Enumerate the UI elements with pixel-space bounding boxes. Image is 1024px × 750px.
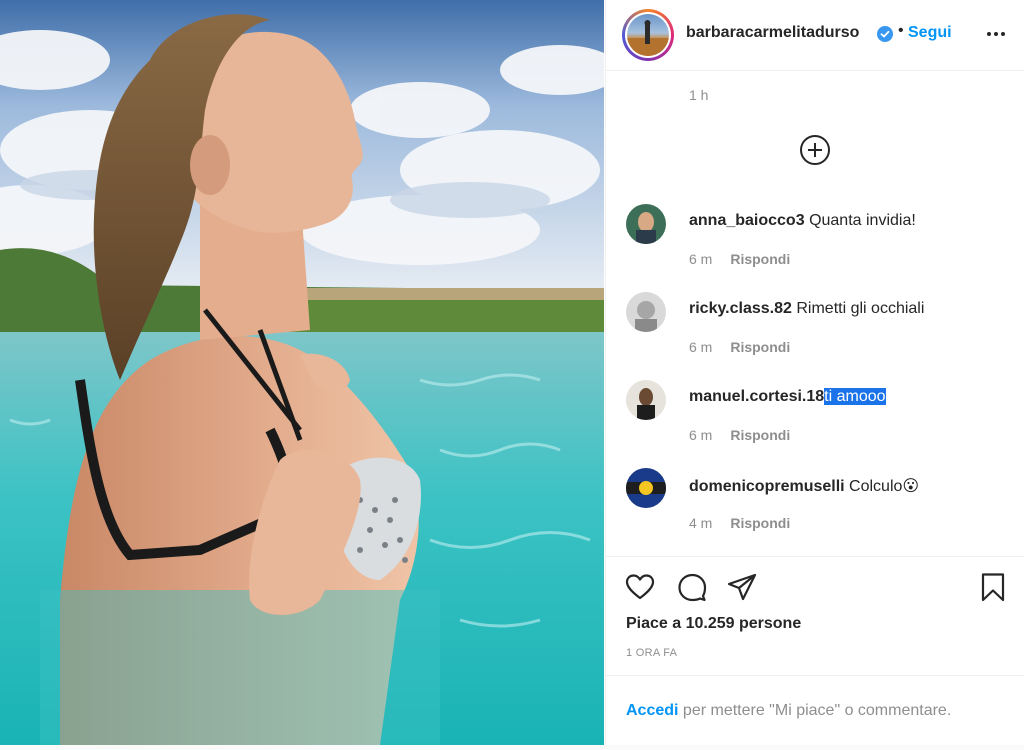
comment-avatar-image: [626, 468, 666, 508]
comment-username[interactable]: ricky.class.82: [689, 300, 792, 317]
reply-button[interactable]: Rispondi: [730, 339, 790, 355]
comment-body-selected: ti amooo: [824, 388, 886, 405]
comment-item: anna_baiocco3 Quanta invidia! 6 m Rispond…: [606, 204, 1024, 284]
comment-time: 6 m: [689, 339, 713, 355]
heart-icon[interactable]: [624, 571, 656, 603]
comment-avatar[interactable]: [626, 468, 666, 508]
post-actions-section: Piace a 10.259 persone 1 ORA FA Accedi p…: [606, 556, 1024, 746]
more-horizontal-icon[interactable]: [984, 22, 1008, 46]
login-prompt: Accedi per mettere "Mi piace" o commenta…: [606, 675, 1024, 747]
comment-meta: 6 m Rispondi: [689, 251, 790, 267]
login-text: Accedi per mettere "Mi piace" o commenta…: [626, 702, 951, 720]
comment-avatar[interactable]: [626, 204, 666, 244]
post-photo[interactable]: [0, 0, 604, 745]
comment-avatar[interactable]: [626, 292, 666, 332]
reply-button[interactable]: Rispondi: [730, 515, 790, 531]
comment-body: Colculo😮: [849, 478, 920, 495]
comment-avatar-image: [626, 380, 666, 420]
comment-username[interactable]: domenicopremuselli: [689, 478, 845, 495]
comment-item: domenicopremuselli Colculo😮 4 m Rispondi: [606, 468, 1024, 548]
bottom-border: [0, 745, 1024, 750]
reply-button[interactable]: Rispondi: [730, 251, 790, 267]
follow-button[interactable]: Segui: [908, 24, 952, 42]
post-photo-illustration: [0, 0, 604, 745]
login-rest-text: per mettere "Mi piace" o commentare.: [682, 702, 952, 719]
avatar-illustration: [627, 20, 669, 56]
post-header: barbaracarmelitadurso • Segui: [606, 0, 1024, 71]
comment-time: 4 m: [689, 515, 713, 531]
comment-time: 6 m: [689, 427, 713, 443]
comment-text-line: manuel.cortesi.18ti amooo: [689, 388, 886, 406]
reply-button[interactable]: Rispondi: [730, 427, 790, 443]
bookmark-icon[interactable]: [977, 571, 1009, 603]
likes-count[interactable]: Piace a 10.259 persone: [626, 615, 801, 633]
comment-meta: 6 m Rispondi: [689, 339, 790, 355]
comment-meta: 4 m Rispondi: [689, 515, 790, 531]
comment-meta: 6 m Rispondi: [689, 427, 790, 443]
send-icon[interactable]: [726, 571, 758, 603]
comment-item: ricky.class.82 Rimetti gli occhiali 6 m R…: [606, 292, 1024, 372]
comment-text-line: anna_baiocco3 Quanta invidia!: [689, 212, 916, 230]
comment-avatar-image: [626, 292, 666, 332]
instagram-post-window: barbaracarmelitadurso • Segui 1 h anna_b…: [0, 0, 1024, 750]
avatar-image: [627, 14, 669, 56]
comment-body: Quanta invidia!: [809, 212, 916, 229]
plus-circle-icon[interactable]: [798, 133, 832, 167]
post-timestamp: 1 ORA FA: [626, 647, 678, 659]
comment-text-line: ricky.class.82 Rimetti gli occhiali: [689, 300, 924, 318]
profile-avatar[interactable]: [622, 9, 674, 61]
comment-username[interactable]: manuel.cortesi.18: [689, 388, 824, 405]
comment-body: Rimetti gli occhiali: [796, 300, 925, 317]
post-detail-pane: barbaracarmelitadurso • Segui 1 h anna_b…: [605, 0, 1024, 745]
comment-time: 6 m: [689, 251, 713, 267]
comment-icon[interactable]: [676, 571, 708, 603]
login-link[interactable]: Accedi: [626, 702, 678, 719]
profile-username[interactable]: barbaracarmelitadurso: [686, 24, 859, 42]
header-separator: •: [898, 22, 904, 39]
verified-badge-icon: [877, 26, 893, 42]
comment-text-line: domenicopremuselli Colculo😮: [689, 476, 919, 496]
comment-item: manuel.cortesi.18ti amooo 6 m Rispondi: [606, 380, 1024, 460]
caption-timestamp: 1 h: [689, 87, 709, 103]
comment-avatar[interactable]: [626, 380, 666, 420]
comment-avatar-image: [626, 204, 666, 244]
comment-username[interactable]: anna_baiocco3: [689, 212, 805, 229]
